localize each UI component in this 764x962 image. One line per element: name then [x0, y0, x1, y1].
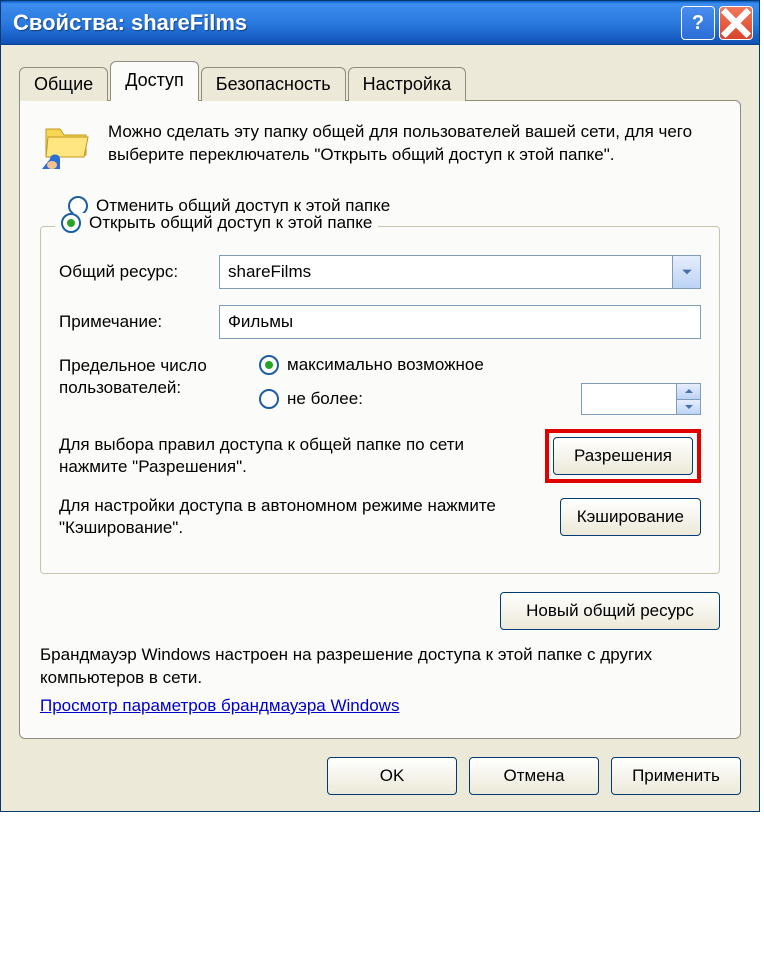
user-limit-spinner[interactable]	[581, 383, 701, 415]
radio-enable-label: Открыть общий доступ к этой папке	[89, 213, 372, 233]
share-resource-combo[interactable]: shareFilms	[219, 255, 701, 289]
radio-limit-nomore[interactable]: не более:	[259, 383, 701, 415]
window-title: Свойства: shareFilms	[13, 10, 677, 36]
limit-nomore-label: не более:	[287, 389, 363, 409]
permissions-text: Для выбора правил доступа к общей папке …	[59, 434, 529, 478]
intro-text: Можно сделать эту папку общей для пользо…	[108, 121, 720, 176]
caching-text: Для настройки доступа в автономном режим…	[59, 495, 544, 539]
cancel-button[interactable]: Отмена	[469, 757, 599, 795]
tab-strip: Общие Доступ Безопасность Настройка	[19, 63, 741, 101]
close-button[interactable]	[719, 6, 753, 40]
firewall-link[interactable]: Просмотр параметров брандмауэра Windows	[40, 696, 399, 715]
new-share-button[interactable]: Новый общий ресурс	[500, 592, 720, 630]
dialog-buttons: OK Отмена Применить	[19, 757, 741, 795]
client-area: Общие Доступ Безопасность Настройка Можн…	[1, 45, 759, 811]
firewall-text: Брандмауэр Windows настроен на разрешени…	[40, 644, 720, 690]
tab-page-access: Можно сделать эту папку общей для пользо…	[19, 100, 741, 739]
permissions-button[interactable]: Разрешения	[553, 437, 693, 475]
properties-dialog: Свойства: shareFilms ? Общие Доступ Безо…	[0, 0, 760, 812]
caching-button[interactable]: Кэширование	[560, 498, 701, 536]
share-groupbox: Открыть общий доступ к этой папке Общий …	[40, 226, 720, 574]
share-comment-value: Фильмы	[228, 312, 293, 332]
radio-icon	[259, 389, 279, 409]
titlebar[interactable]: Свойства: shareFilms ?	[1, 1, 759, 45]
spinner-up-icon[interactable]	[677, 384, 700, 400]
tab-general[interactable]: Общие	[19, 67, 108, 101]
highlight-permissions: Разрешения	[545, 429, 701, 483]
share-resource-label: Общий ресурс:	[59, 262, 219, 282]
spinner-value	[582, 384, 676, 414]
share-comment-input[interactable]: Фильмы	[219, 305, 701, 339]
radio-icon	[259, 355, 279, 375]
chevron-down-icon[interactable]	[672, 256, 700, 288]
folder-share-icon	[40, 121, 94, 176]
radio-limit-max[interactable]: максимально возможное	[259, 355, 701, 375]
apply-button[interactable]: Применить	[611, 757, 741, 795]
tab-settings[interactable]: Настройка	[348, 67, 467, 101]
share-comment-label: Примечание:	[59, 312, 219, 332]
radio-enable-share[interactable]: Открыть общий доступ к этой папке	[55, 213, 378, 233]
intro-block: Можно сделать эту папку общей для пользо…	[40, 121, 720, 176]
tab-access[interactable]: Доступ	[110, 61, 199, 101]
tab-security[interactable]: Безопасность	[201, 67, 346, 101]
limit-max-label: максимально возможное	[287, 355, 484, 375]
radio-icon	[61, 213, 81, 233]
spinner-down-icon[interactable]	[677, 400, 700, 415]
share-resource-value: shareFilms	[220, 256, 672, 288]
ok-button[interactable]: OK	[327, 757, 457, 795]
user-limit-label: Предельное число пользователей:	[59, 355, 259, 399]
help-button[interactable]: ?	[681, 6, 715, 40]
